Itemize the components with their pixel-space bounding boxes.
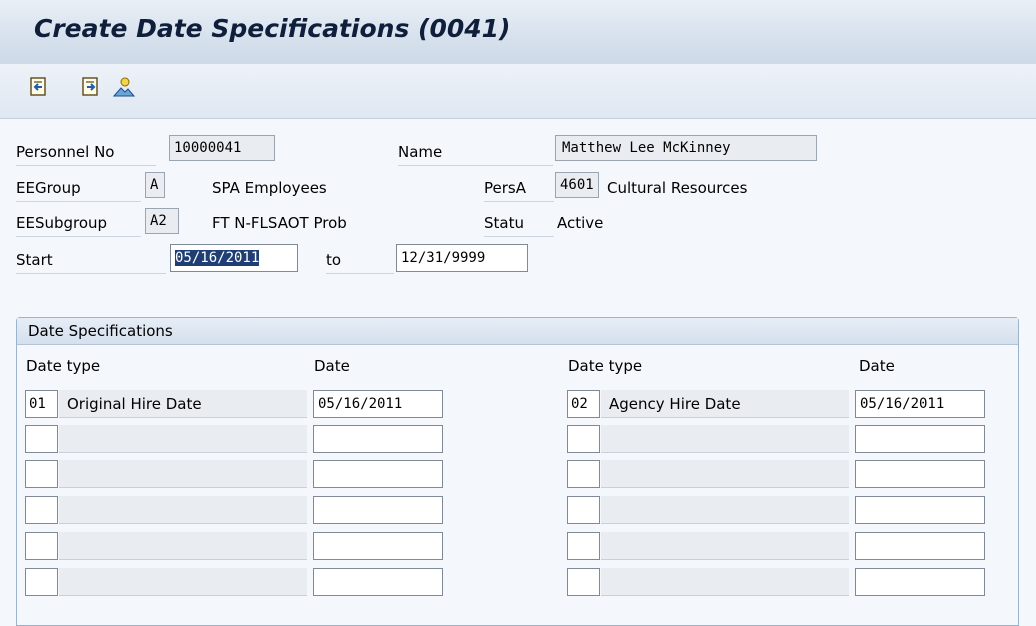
next-record-icon[interactable]: [80, 76, 102, 98]
eegroup-code-field: A: [145, 172, 165, 198]
date-type-input[interactable]: [25, 425, 58, 453]
end-date-input[interactable]: 12/31/9999: [396, 244, 528, 272]
date-type-input[interactable]: [25, 496, 58, 524]
date-type-description: [601, 425, 849, 453]
date-type-input[interactable]: 01: [25, 390, 58, 418]
date-type-input[interactable]: [567, 496, 600, 524]
start-date-selected-text: 05/16/2011: [175, 250, 260, 266]
overview-icon[interactable]: [112, 76, 136, 98]
date-input[interactable]: [855, 496, 985, 524]
group-title: Date Specifications: [28, 322, 173, 340]
start-label: Start: [16, 247, 166, 274]
date-input[interactable]: [855, 532, 985, 560]
persa-label: PersA: [484, 175, 554, 202]
col-header-date-left: Date: [314, 357, 350, 375]
col-header-date-type-left: Date type: [26, 357, 101, 375]
name-label: Name: [398, 139, 553, 166]
date-type-description: Original Hire Date: [59, 390, 307, 418]
date-type-description: [601, 496, 849, 524]
date-input[interactable]: [313, 532, 443, 560]
date-type-input[interactable]: [567, 460, 600, 488]
eesubgroup-code-field: A2: [145, 208, 179, 234]
date-type-description: Agency Hire Date: [601, 390, 849, 418]
to-label: to: [326, 247, 394, 274]
date-type-description: [601, 460, 849, 488]
date-type-input[interactable]: 02: [567, 390, 600, 418]
date-type-description: [59, 460, 307, 488]
eegroup-label: EEGroup: [16, 175, 141, 202]
application-toolbar: [0, 64, 1036, 119]
date-input[interactable]: 05/16/2011: [855, 390, 985, 418]
date-input[interactable]: [313, 425, 443, 453]
name-field: Matthew Lee McKinney: [555, 135, 817, 161]
start-date-input[interactable]: 05/16/2011: [170, 244, 298, 272]
date-type-description: [59, 425, 307, 453]
page-title: Create Date Specifications (0041): [34, 14, 511, 43]
date-input[interactable]: [855, 568, 985, 596]
date-type-input[interactable]: [567, 568, 600, 596]
date-input[interactable]: [313, 460, 443, 488]
date-type-input[interactable]: [25, 532, 58, 560]
date-input[interactable]: [313, 568, 443, 596]
col-header-date-right: Date: [859, 357, 895, 375]
date-type-description: [601, 568, 849, 596]
date-input[interactable]: [855, 460, 985, 488]
previous-record-icon[interactable]: [28, 76, 50, 98]
personnel-no-label: Personnel No: [16, 139, 156, 166]
date-input[interactable]: [855, 425, 985, 453]
date-type-description: [601, 532, 849, 560]
date-type-input[interactable]: [567, 532, 600, 560]
eesubgroup-text: FT N-FLSAOT Prob: [212, 214, 347, 232]
eesubgroup-label: EESubgroup: [16, 210, 141, 237]
status-value: Active: [557, 214, 604, 232]
status-label: Statu: [484, 210, 554, 237]
date-type-description: [59, 568, 307, 596]
eegroup-text: SPA Employees: [212, 179, 327, 197]
date-type-description: [59, 532, 307, 560]
col-header-date-type-right: Date type: [568, 357, 643, 375]
persa-text: Cultural Resources: [607, 179, 748, 197]
personnel-no-field: 10000041: [169, 135, 275, 161]
date-input[interactable]: 05/16/2011: [313, 390, 443, 418]
persa-code-field: 4601: [555, 172, 599, 198]
date-type-input[interactable]: [25, 568, 58, 596]
date-type-input[interactable]: [25, 460, 58, 488]
date-type-input[interactable]: [567, 425, 600, 453]
date-input[interactable]: [313, 496, 443, 524]
date-type-description: [59, 496, 307, 524]
